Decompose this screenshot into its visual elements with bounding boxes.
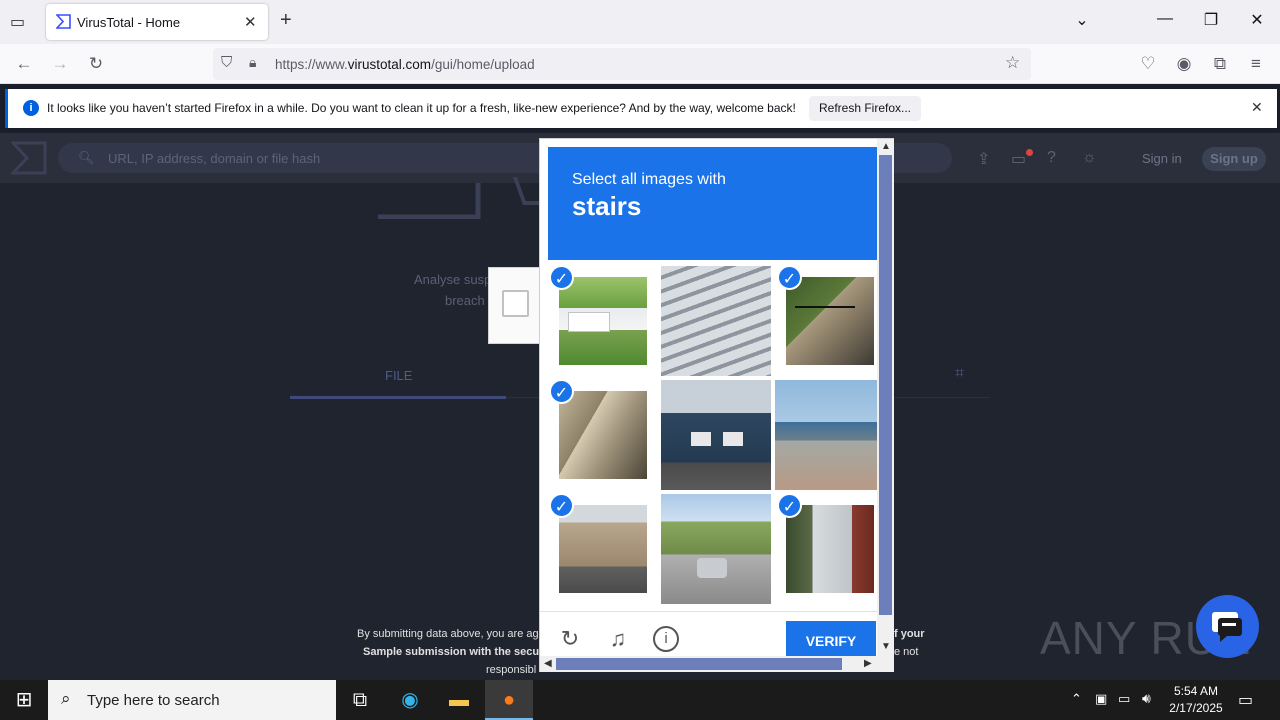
minimize-icon[interactable]: — [1145, 10, 1185, 28]
windows-start-icon[interactable]: ⊞ [0, 680, 48, 720]
taskbar: ⊞ ⌕ Type here to search ⧉ ◉ ▬ ● ⌃ ▣ ▭ 🔊︎… [0, 680, 1280, 720]
captcha-header: Select all images with stairs [548, 147, 877, 260]
forward-icon[interactable]: → [48, 52, 72, 76]
tab-overflow-chevron-icon[interactable]: ⌄ [1062, 10, 1102, 30]
volume-icon[interactable]: 🔊︎ [1142, 690, 1151, 707]
tab-title: VirusTotal - Home [77, 15, 181, 30]
task-view-icon[interactable]: ⧉ [336, 680, 384, 720]
captcha-target: stairs [572, 191, 642, 221]
refresh-icon[interactable]: ↻ [557, 626, 583, 652]
tab-bar: ▭ VirusTotal - Home ✕ + ⌄ — ❐ ✕ [0, 0, 1280, 44]
menu-icon[interactable]: ≡ [1244, 52, 1268, 76]
theme-icon[interactable]: ☼ [1082, 149, 1097, 167]
intro-text: Analyse susp breach [414, 272, 492, 308]
scroll-up-icon[interactable]: ▲ [881, 141, 891, 152]
sign-in-link[interactable]: Sign in [1142, 151, 1182, 166]
horizontal-scroll-thumb[interactable] [556, 658, 842, 670]
tab-list-icon[interactable]: ▭ [10, 12, 25, 32]
captcha-checkbox[interactable] [502, 290, 529, 317]
search-icon: 🔍︎ [78, 150, 95, 165]
tray-chevron-icon[interactable]: ⌃ [1071, 691, 1082, 707]
extensions-icon[interactable]: ⧉ [1208, 52, 1232, 76]
virustotal-logo-icon[interactable] [11, 141, 47, 175]
tab-file-underline [290, 396, 506, 399]
firefox-icon[interactable]: ● [485, 680, 533, 720]
scroll-down-icon[interactable]: ▼ [881, 641, 891, 652]
clock[interactable]: 5:54 AM 2/17/2025 [1160, 683, 1232, 717]
taskbar-search-placeholder: Type here to search [87, 692, 220, 709]
support-chat-button[interactable] [1196, 595, 1259, 658]
upload-icon[interactable]: ⇪ [977, 149, 990, 169]
back-icon[interactable]: ← [12, 52, 36, 76]
vertical-scroll-thumb[interactable] [879, 155, 892, 615]
captcha-checkbox-widget [488, 267, 540, 344]
notification-close-icon[interactable]: ✕ [1251, 99, 1263, 116]
scroll-left-icon[interactable]: ◀ [544, 658, 552, 669]
meet-now-icon[interactable]: ▣ [1095, 691, 1107, 707]
url-bar[interactable]: ⛉ 🔒︎ https://www.virustotal.com/gui/home… [213, 48, 1031, 80]
search-tab-icon[interactable]: ⌗ [955, 365, 964, 383]
captcha-tile-overpass-underside[interactable] [661, 266, 771, 376]
selected-check-icon: ✓ [549, 379, 574, 404]
virustotal-big-logo-icon [378, 183, 481, 219]
navigation-bar: ← → ↻ ⛉ 🔒︎ https://www.virustotal.com/gu… [0, 44, 1280, 84]
notification-dot [1026, 149, 1033, 156]
file-explorer-icon[interactable]: ▬ [435, 680, 483, 720]
captcha-tile-blue-house[interactable] [661, 380, 771, 490]
chat-icon[interactable]: ▭ [1011, 149, 1026, 169]
new-tab-icon[interactable]: + [280, 9, 292, 32]
refresh-firefox-button[interactable]: Refresh Firefox... [809, 96, 921, 121]
shield-icon[interactable]: ⛉ [221, 54, 232, 71]
sign-up-button[interactable]: Sign up [1202, 147, 1266, 171]
taskbar-search-input[interactable]: ⌕ Type here to search [48, 680, 336, 720]
search-icon: ⌕ [61, 689, 71, 708]
tab-file[interactable]: FILE [385, 368, 412, 383]
submission-notice: By submitting data above, you are ag Sam… [357, 628, 540, 676]
selected-check-icon: ✓ [549, 265, 574, 290]
virustotal-favicon-icon [56, 14, 71, 29]
bookmark-star-icon[interactable]: ☆ [1005, 53, 1020, 73]
selected-check-icon: ✓ [549, 493, 574, 518]
notification-center-icon[interactable]: ▭ [1238, 690, 1253, 710]
tab-virustotal[interactable]: VirusTotal - Home ✕ [46, 4, 268, 40]
captcha-tile-street-with-cars[interactable] [661, 494, 771, 604]
audio-headphones-icon[interactable]: ♫ [605, 626, 631, 652]
submission-notice-right: f your e not [894, 628, 925, 658]
edge-icon[interactable]: ◉ [386, 680, 434, 720]
network-icon[interactable]: ▭ [1118, 691, 1130, 707]
lock-icon[interactable]: 🔒︎ [249, 54, 256, 71]
captcha-tile-parking-lot-ramp[interactable] [775, 380, 885, 490]
selected-check-icon: ✓ [777, 493, 802, 518]
chat-bubble-icon [1212, 612, 1242, 642]
help-icon[interactable]: ? [1047, 149, 1056, 167]
restore-icon[interactable]: ❐ [1191, 10, 1231, 30]
account-icon[interactable]: ◉ [1172, 52, 1196, 76]
info-circle-icon[interactable]: i [653, 626, 679, 652]
selected-check-icon: ✓ [777, 265, 802, 290]
info-icon: i [23, 100, 39, 116]
pocket-icon[interactable]: ♡ [1136, 52, 1160, 76]
window-close-icon[interactable]: ✕ [1237, 10, 1277, 30]
scroll-right-icon[interactable]: ▶ [864, 658, 872, 669]
reload-icon[interactable]: ↻ [84, 52, 108, 76]
vt-search-placeholder: URL, IP address, domain or file hash [108, 151, 321, 166]
notification-message: It looks like you haven’t started Firefo… [47, 101, 796, 115]
refresh-notification: i It looks like you haven’t started Fire… [5, 89, 1277, 128]
url-text[interactable]: https://www.virustotal.com/gui/home/uplo… [275, 57, 535, 72]
captcha-prompt: Select all images with [572, 171, 726, 188]
tab-close-icon[interactable]: ✕ [244, 13, 257, 31]
captcha-dialog: Select all images with stairs ✓ ✓ ✓ ✓ ✓ [539, 138, 894, 672]
verify-button[interactable]: VERIFY [786, 621, 876, 661]
